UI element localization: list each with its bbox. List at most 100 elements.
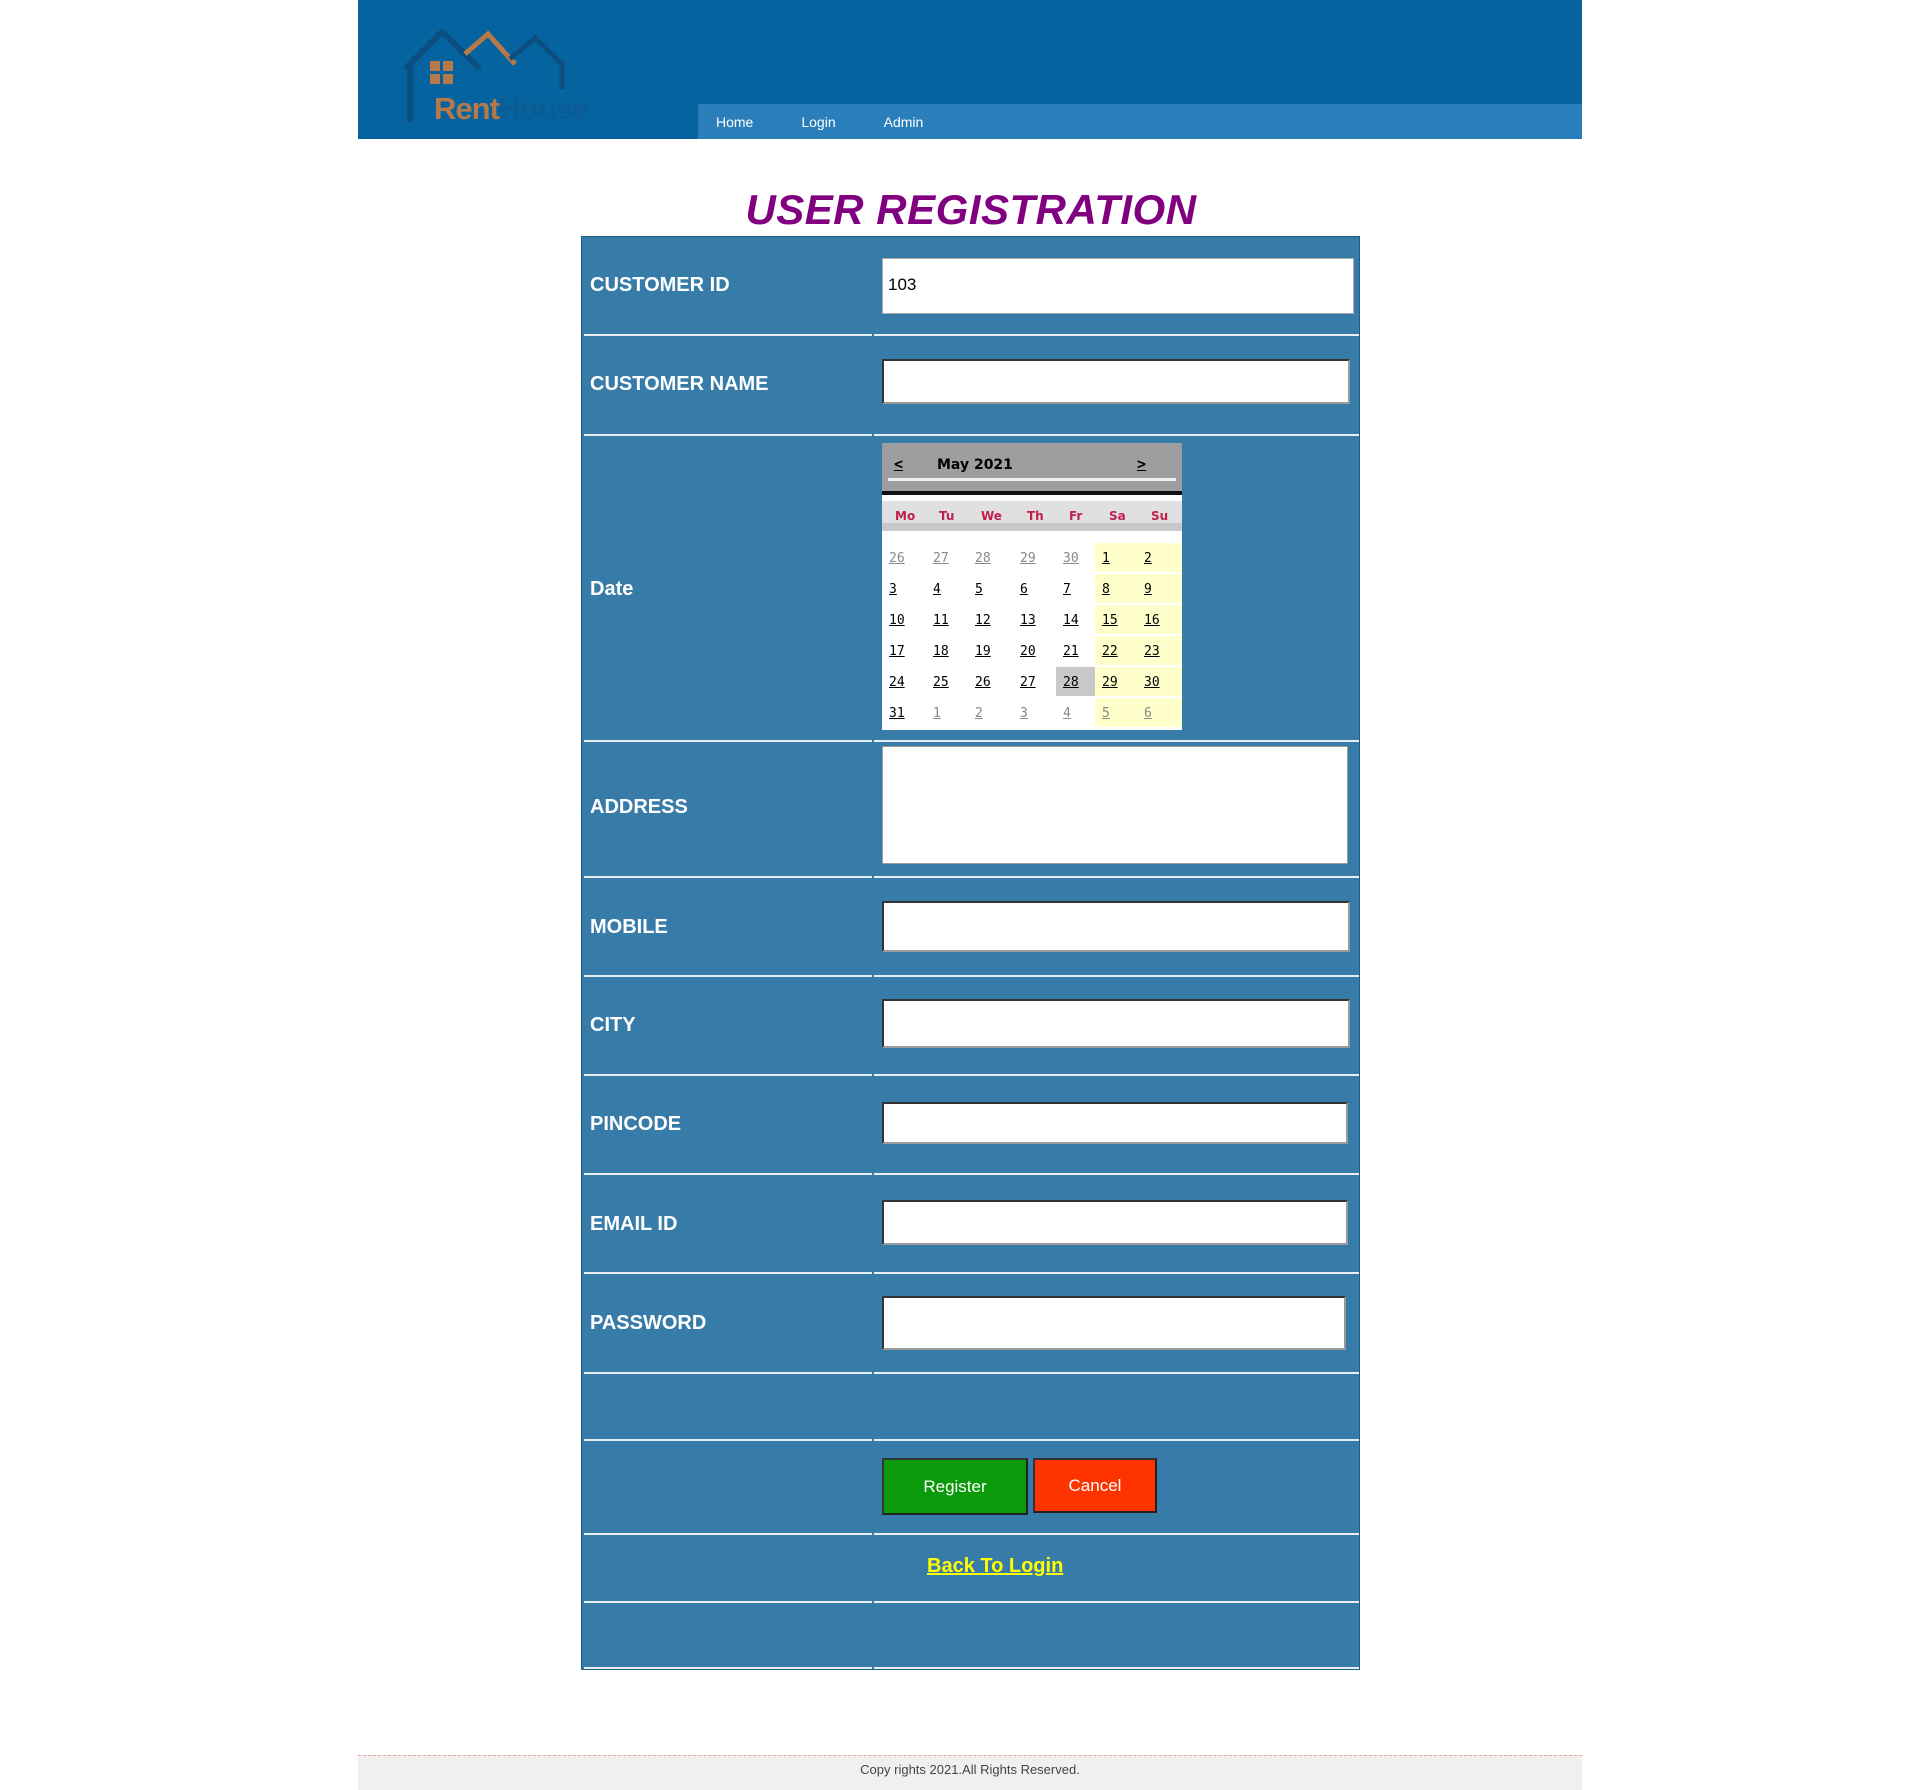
weekday-fr: Fr	[1069, 509, 1083, 523]
weekday-su: Su	[1151, 509, 1169, 523]
calendar-day[interactable]: 11	[926, 605, 968, 634]
weekday-mo: Mo	[895, 509, 916, 523]
calendar-day[interactable]: 2	[968, 698, 1013, 727]
calendar-day[interactable]: 1	[926, 698, 968, 727]
calendar-day[interactable]: 23	[1137, 636, 1182, 665]
calendar-day[interactable]: 8	[1095, 574, 1137, 603]
copyright-text: Copy rights 2021.All Rights Reserved.	[860, 1762, 1080, 1777]
pincode-label: PINCODE	[590, 1113, 682, 1135]
calendar-day[interactable]: 14	[1056, 605, 1095, 634]
date-label: Date	[590, 578, 634, 600]
calendar-next-month[interactable]: >	[1137, 455, 1146, 473]
calendar-day[interactable]: 9	[1137, 574, 1182, 603]
calendar-day[interactable]: 27	[926, 543, 968, 572]
calendar-separator	[882, 491, 1182, 495]
calendar-day[interactable]: 30	[1056, 543, 1095, 572]
row-date: Date < May 2021 > Mo Tu We Th Fr Sa Su 2…	[582, 237, 1359, 740]
calendar-day[interactable]: 7	[1056, 574, 1095, 603]
nav-admin[interactable]: Admin	[884, 114, 924, 130]
calendar-header: < May 2021 >	[882, 443, 1182, 491]
row-password: PASSWORD	[582, 1274, 1359, 1373]
calendar-day[interactable]: 28	[968, 543, 1013, 572]
site-header: RentHouse Home Login Admin	[358, 0, 1582, 139]
calendar-day[interactable]: 21	[1056, 636, 1095, 665]
address-textarea[interactable]	[882, 746, 1348, 864]
calendar-day[interactable]: 27	[1013, 667, 1056, 696]
calendar-day[interactable]: 4	[926, 574, 968, 603]
calendar-day[interactable]: 3	[882, 574, 926, 603]
email-field[interactable]	[882, 1200, 1348, 1245]
registration-form: CUSTOMER ID 103 CUSTOMER NAME Date < May…	[581, 236, 1360, 1670]
row-divider	[584, 1372, 872, 1374]
calendar-day[interactable]: 17	[882, 636, 926, 665]
row-back-link: Back To Login	[582, 1535, 1359, 1601]
mobile-field[interactable]	[882, 901, 1350, 952]
city-field[interactable]	[882, 999, 1350, 1048]
site-footer: Copy rights 2021.All Rights Reserved.	[358, 1755, 1582, 1790]
date-calendar: < May 2021 > Mo Tu We Th Fr Sa Su 26 27 28…	[882, 443, 1182, 730]
calendar-day[interactable]: 24	[882, 667, 926, 696]
calendar-header-underline	[888, 478, 1176, 481]
row-address: ADDRESS	[582, 742, 1359, 876]
calendar-day[interactable]: 19	[968, 636, 1013, 665]
row-city: CITY	[582, 977, 1359, 1075]
calendar-day[interactable]: 13	[1013, 605, 1056, 634]
calendar-day[interactable]: 28	[1056, 667, 1095, 696]
calendar-day[interactable]: 5	[968, 574, 1013, 603]
row-divider	[874, 1601, 1359, 1603]
calendar-day[interactable]: 18	[926, 636, 968, 665]
calendar-day[interactable]: 2	[1137, 543, 1182, 572]
calendar-day[interactable]: 30	[1137, 667, 1182, 696]
calendar-day[interactable]: 20	[1013, 636, 1056, 665]
password-field[interactable]	[882, 1296, 1346, 1350]
email-label: EMAIL ID	[590, 1213, 678, 1235]
cancel-button[interactable]: Cancel	[1033, 1458, 1157, 1513]
calendar-day[interactable]: 10	[882, 605, 926, 634]
logo-text: RentHouse	[434, 91, 590, 127]
weekday-sa: Sa	[1109, 509, 1126, 523]
row-divider	[874, 1667, 1359, 1669]
calendar-day[interactable]: 15	[1095, 605, 1137, 634]
weekday-tu: Tu	[939, 509, 955, 523]
calendar-day[interactable]: 26	[882, 543, 926, 572]
nav-home[interactable]: Home	[716, 114, 753, 130]
logo-word-rent: Rent	[434, 91, 500, 126]
row-pincode: PINCODE	[582, 1076, 1359, 1174]
calendar-day[interactable]: 3	[1013, 698, 1056, 727]
calendar-day[interactable]: 6	[1013, 574, 1056, 603]
calendar-day[interactable]: 22	[1095, 636, 1137, 665]
calendar-day[interactable]: 29	[1013, 543, 1056, 572]
calendar-day[interactable]: 31	[882, 698, 926, 727]
calendar-day[interactable]: 6	[1137, 698, 1182, 727]
calendar-day[interactable]: 16	[1137, 605, 1182, 634]
calendar-month-title: May 2021	[937, 457, 1013, 473]
weekday-we: We	[981, 509, 1002, 523]
row-divider	[874, 1372, 1359, 1374]
register-button[interactable]: Register	[882, 1458, 1028, 1515]
calendar-day[interactable]: 25	[926, 667, 968, 696]
row-divider	[584, 1667, 872, 1669]
logo-word-house: House	[498, 91, 590, 126]
calendar-weekday-row: Mo Tu We Th Fr Sa Su	[882, 501, 1182, 531]
address-label: ADDRESS	[590, 796, 688, 818]
calendar-day[interactable]: 4	[1056, 698, 1095, 727]
calendar-day[interactable]: 1	[1095, 543, 1137, 572]
nav-login[interactable]: Login	[801, 114, 835, 130]
calendar-day[interactable]: 26	[968, 667, 1013, 696]
row-email: EMAIL ID	[582, 1175, 1359, 1273]
main-nav: Home Login Admin	[698, 104, 1582, 139]
password-label: PASSWORD	[590, 1312, 707, 1334]
calendar-prev-month[interactable]: <	[894, 455, 903, 473]
row-divider	[584, 1601, 872, 1603]
calendar-days-grid: 26 27 28 29 30 1 2 3 4 5 6 7 8 9 10 11 12 13 14 15 16 17 18 19 2…	[882, 543, 1182, 730]
calendar-day[interactable]: 29	[1095, 667, 1137, 696]
back-to-login-link[interactable]: Back To Login	[927, 1555, 1063, 1578]
row-actions: Register Cancel	[582, 1441, 1359, 1533]
rent-house-logo[interactable]: RentHouse	[400, 24, 600, 129]
mobile-label: MOBILE	[590, 916, 668, 938]
weekday-th: Th	[1027, 509, 1044, 523]
page-title: USER REGISTRATION	[745, 186, 1197, 233]
pincode-field[interactable]	[882, 1102, 1348, 1144]
calendar-day[interactable]: 5	[1095, 698, 1137, 727]
calendar-day[interactable]: 12	[968, 605, 1013, 634]
